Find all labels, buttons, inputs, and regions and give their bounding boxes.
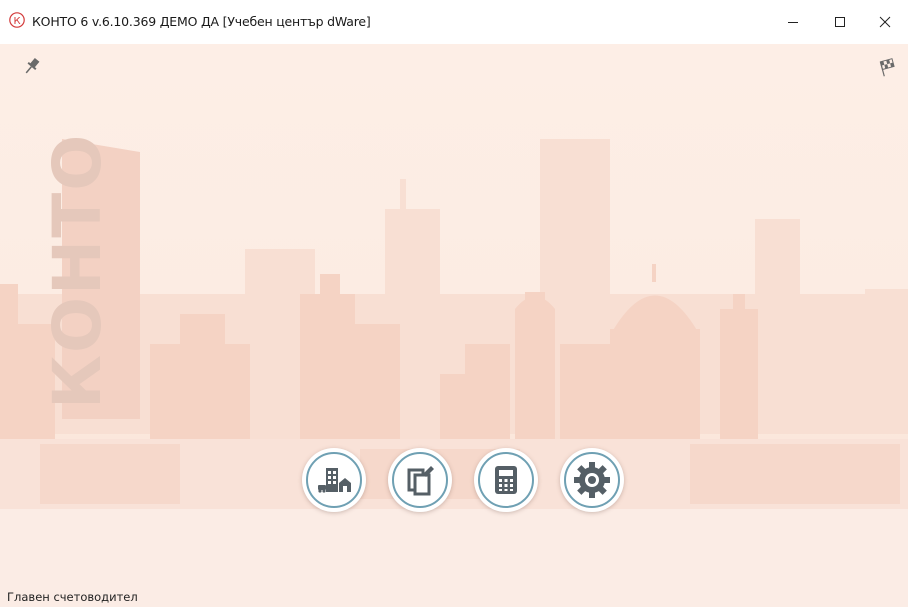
minimize-icon (788, 22, 798, 23)
settings-button-ring (564, 452, 620, 508)
close-icon (879, 16, 891, 28)
svg-text:К: К (13, 16, 20, 27)
minimize-button[interactable] (770, 0, 816, 44)
calculator-icon (495, 466, 517, 494)
checkered-flag-icon[interactable] (877, 56, 899, 78)
status-user-role: Главен счетоводител (7, 590, 138, 604)
main-area: КОНТО Главен счетоводител (0, 44, 908, 607)
window-title: КОНТО 6 v.6.10.369 ДЕМО ДА [Учебен центъ… (32, 14, 371, 29)
companies-button[interactable] (302, 448, 366, 512)
documents-button[interactable] (388, 448, 452, 512)
app-window: К КОНТО 6 v.6.10.369 ДЕМО ДА [Учебен цен… (0, 0, 908, 607)
documents-edit-icon (407, 466, 434, 496)
buildings-icon (318, 468, 351, 493)
calculator-button-ring (478, 452, 534, 508)
konto-logo-icon: К (9, 12, 25, 28)
companies-button-ring (306, 452, 362, 508)
calculator-button[interactable] (474, 448, 538, 512)
gear-icon (574, 462, 610, 498)
maximize-icon (835, 17, 845, 27)
documents-button-ring (392, 452, 448, 508)
title-bar: К КОНТО 6 v.6.10.369 ДЕМО ДА [Учебен цен… (0, 0, 908, 44)
konto-brand-text: КОНТО (39, 133, 116, 409)
city-skyline-background: КОНТО (0, 133, 908, 607)
settings-button[interactable] (560, 448, 624, 512)
pin-icon[interactable] (22, 56, 42, 76)
close-button[interactable] (862, 0, 908, 44)
maximize-button[interactable] (817, 0, 863, 44)
